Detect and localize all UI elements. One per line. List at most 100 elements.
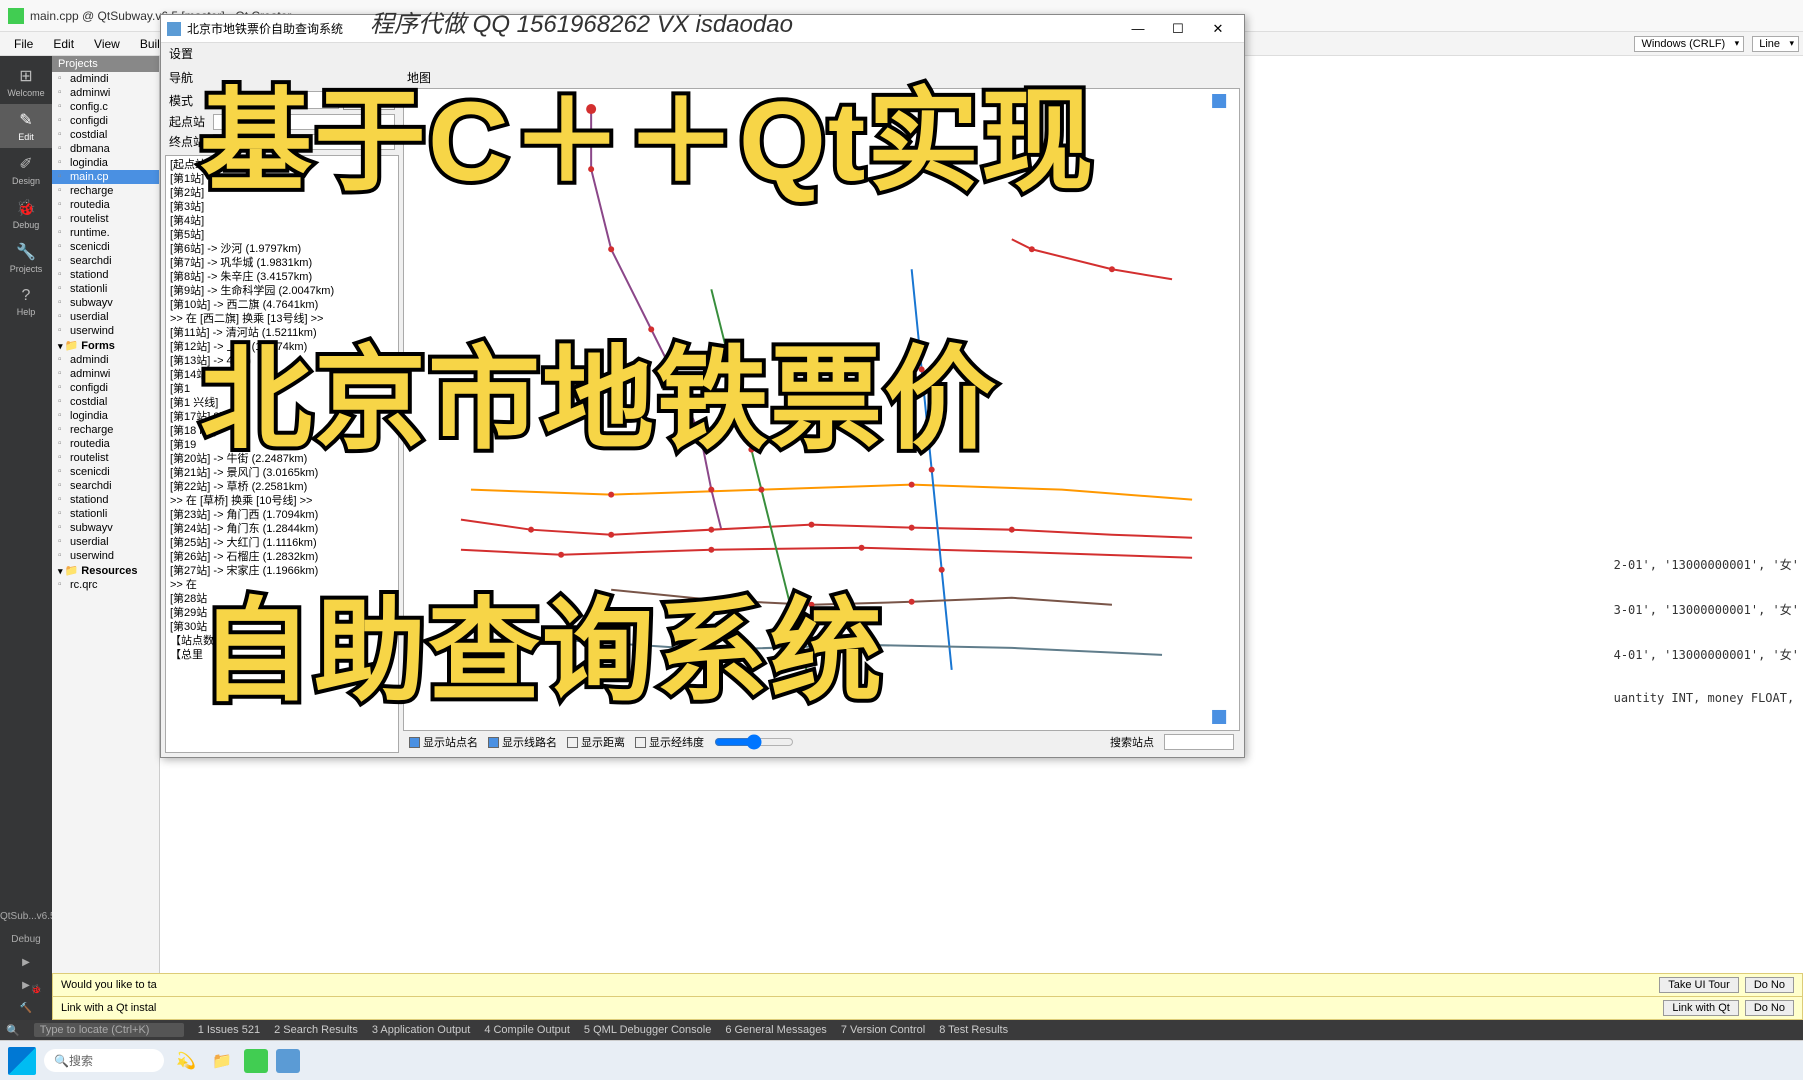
route-step[interactable]: [第10站] -> 西二旗 (4.7641km) — [168, 298, 396, 312]
cb-line-name[interactable]: 显示线路名 — [488, 734, 557, 750]
route-step[interactable]: [第29站 — [168, 606, 396, 620]
start-button[interactable] — [8, 1047, 36, 1075]
form-item[interactable]: adminwi — [52, 367, 159, 381]
route-step[interactable]: >> 在 — [168, 578, 396, 592]
file-item[interactable]: userwind — [52, 324, 159, 338]
form-item[interactable]: searchdi — [52, 479, 159, 493]
menu-view[interactable]: View — [84, 35, 130, 53]
route-step[interactable]: [第30站 — [168, 620, 396, 634]
route-step[interactable]: [第6站] -> 沙河 (1.9797km) — [168, 242, 396, 256]
output-compile[interactable]: 4 Compile Output — [484, 1024, 570, 1036]
locator-icon[interactable]: 🔍 — [6, 1024, 20, 1037]
link-qt-button[interactable]: Link with Qt — [1663, 1000, 1738, 1016]
file-item[interactable]: config.c — [52, 100, 159, 114]
route-step[interactable]: [第7站] -> 巩华城 (1.9831km) — [168, 256, 396, 270]
route-step[interactable]: [第27站] -> 宋家庄 (1.1966km) — [168, 564, 396, 578]
mode-debug[interactable]: 🐞Debug — [0, 192, 52, 236]
locator-input[interactable]: Type to locate (Ctrl+K) — [34, 1023, 184, 1037]
file-item[interactable]: routelist — [52, 212, 159, 226]
route-step[interactable]: [第17站] 8km) — [168, 410, 396, 424]
task-copilot-icon[interactable]: 💫 — [172, 1047, 200, 1075]
form-item[interactable]: userwind — [52, 549, 159, 563]
mode-edit[interactable]: ✎Edit — [0, 104, 52, 148]
form-item[interactable]: logindia — [52, 409, 159, 423]
build-button[interactable]: 🔨 — [0, 997, 52, 1020]
output-search[interactable]: 2 Search Results — [274, 1024, 358, 1036]
route-step[interactable]: [第20站] -> 牛街 (2.2487km) — [168, 452, 396, 466]
zoom-slider[interactable] — [714, 734, 794, 750]
route-step[interactable]: [第1 兴线] — [168, 396, 396, 410]
encoding-combo[interactable]: Windows (CRLF) — [1634, 36, 1744, 52]
file-item[interactable]: stationd — [52, 268, 159, 282]
route-step[interactable]: [第2站] — [168, 186, 396, 200]
map-canvas[interactable] — [403, 88, 1240, 731]
route-step[interactable]: [第3站] — [168, 200, 396, 214]
cb-latlng[interactable]: 显示经纬度 — [635, 734, 704, 750]
task-qtcreator-icon[interactable] — [244, 1049, 268, 1073]
form-item[interactable]: userdial — [52, 535, 159, 549]
resource-item[interactable]: rc.qrc — [52, 578, 159, 592]
form-item[interactable]: routelist — [52, 451, 159, 465]
run-button[interactable]: ▶ — [0, 951, 52, 974]
file-item[interactable]: costdial — [52, 128, 159, 142]
cb-distance[interactable]: 显示距离 — [567, 734, 625, 750]
route-step[interactable]: [第5站] — [168, 228, 396, 242]
form-item[interactable]: stationli — [52, 507, 159, 521]
file-item[interactable]: scenicdi — [52, 240, 159, 254]
build-config[interactable]: Debug — [0, 928, 52, 951]
maximize-button[interactable]: ☐ — [1158, 17, 1198, 41]
route-step[interactable]: [第13站] -> 4km) — [168, 354, 396, 368]
route-step[interactable]: [第8站] -> 朱辛庄 (3.4157km) — [168, 270, 396, 284]
file-item[interactable]: configdi — [52, 114, 159, 128]
file-item[interactable]: main.cp — [52, 170, 159, 184]
output-test[interactable]: 8 Test Results — [939, 1024, 1008, 1036]
menu-settings[interactable]: 设置 — [169, 45, 193, 62]
route-step[interactable]: [第12站] -> 上地 (1.0074km) — [168, 340, 396, 354]
route-step[interactable]: [第11站] -> 清河站 (1.5211km) — [168, 326, 396, 340]
route-step[interactable]: [第26站] -> 石榴庄 (1.2832km) — [168, 550, 396, 564]
route-step[interactable]: >> 在 [草桥] 换乘 [10号线] >> — [168, 494, 396, 508]
route-step[interactable]: [第1 — [168, 382, 396, 396]
form-item[interactable]: routedia — [52, 437, 159, 451]
task-explorer-icon[interactable]: 📁 — [208, 1047, 236, 1075]
route-step[interactable]: [第24站] -> 角门东 (1.2844km) — [168, 522, 396, 536]
route-step[interactable]: [第23站] -> 角门西 (1.7094km) — [168, 508, 396, 522]
route-step[interactable]: 【总里 — [168, 648, 396, 662]
route-step[interactable]: [第4站] — [168, 214, 396, 228]
form-item[interactable]: recharge — [52, 423, 159, 437]
menu-edit[interactable]: Edit — [43, 35, 84, 53]
debug-run-button[interactable]: ▶🐞 — [0, 974, 52, 997]
file-item[interactable]: stationli — [52, 282, 159, 296]
output-issues[interactable]: 1 Issues 521 — [198, 1024, 260, 1036]
output-general[interactable]: 6 General Messages — [725, 1024, 827, 1036]
file-item[interactable]: logindia — [52, 156, 159, 170]
route-step[interactable]: [第1站] — [168, 172, 396, 186]
route-step[interactable]: [第14站] — [168, 368, 396, 382]
close-button[interactable]: ✕ — [1198, 17, 1238, 41]
do-not-button-2[interactable]: Do No — [1745, 1000, 1794, 1016]
folder-forms[interactable]: ▾📁 Forms — [52, 338, 159, 353]
form-item[interactable]: stationd — [52, 493, 159, 507]
file-item[interactable]: adminwi — [52, 86, 159, 100]
minimize-button[interactable]: — — [1118, 17, 1158, 41]
route-step[interactable]: [第28站 — [168, 592, 396, 606]
task-app-icon[interactable] — [276, 1049, 300, 1073]
route-step[interactable]: [第18 km) — [168, 424, 396, 438]
mode-projects[interactable]: 🔧Projects — [0, 236, 52, 280]
mode-design[interactable]: ✐Design — [0, 148, 52, 192]
route-step[interactable]: >> 在 [西二旗] 换乘 [13号线] >> — [168, 312, 396, 326]
file-item[interactable]: runtime. — [52, 226, 159, 240]
file-item[interactable]: subwayv — [52, 296, 159, 310]
file-tree[interactable]: admindiadminwiconfig.cconfigdicostdialdb… — [52, 72, 159, 975]
taskbar-search[interactable]: 🔍 搜索 — [44, 1049, 164, 1072]
file-item[interactable]: dbmana — [52, 142, 159, 156]
line-combo[interactable]: Line — [1752, 36, 1799, 52]
route-step[interactable]: [第9站] -> 生命科学园 (2.0047km) — [168, 284, 396, 298]
form-item[interactable]: configdi — [52, 381, 159, 395]
route-step[interactable]: [第25站] -> 大红门 (1.1116km) — [168, 536, 396, 550]
file-item[interactable]: recharge — [52, 184, 159, 198]
folder-resources[interactable]: ▾📁 Resources — [52, 563, 159, 578]
form-item[interactable]: subwayv — [52, 521, 159, 535]
mode-welcome[interactable]: ⊞Welcome — [0, 60, 52, 104]
clear-button[interactable]: 清除 — [343, 90, 395, 110]
